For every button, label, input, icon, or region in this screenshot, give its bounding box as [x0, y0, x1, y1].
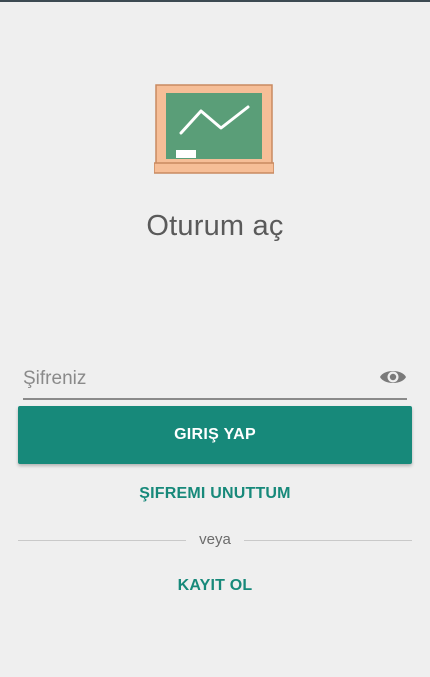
password-input[interactable] [23, 364, 363, 394]
forgot-password-button[interactable]: ŞIFREMI UNUTTUM [0, 485, 430, 503]
password-field [23, 360, 407, 400]
chalkboard-icon [154, 84, 274, 174]
register-button[interactable]: KAYIT OL [0, 577, 430, 595]
login-button[interactable]: GIRIŞ YAP [18, 406, 412, 464]
page-title: Oturum aç [146, 210, 284, 242]
status-bar [0, 0, 430, 2]
eye-icon[interactable] [379, 366, 407, 388]
divider-label: veya [199, 531, 231, 548]
divider-right [244, 540, 412, 541]
divider-left [18, 540, 186, 541]
